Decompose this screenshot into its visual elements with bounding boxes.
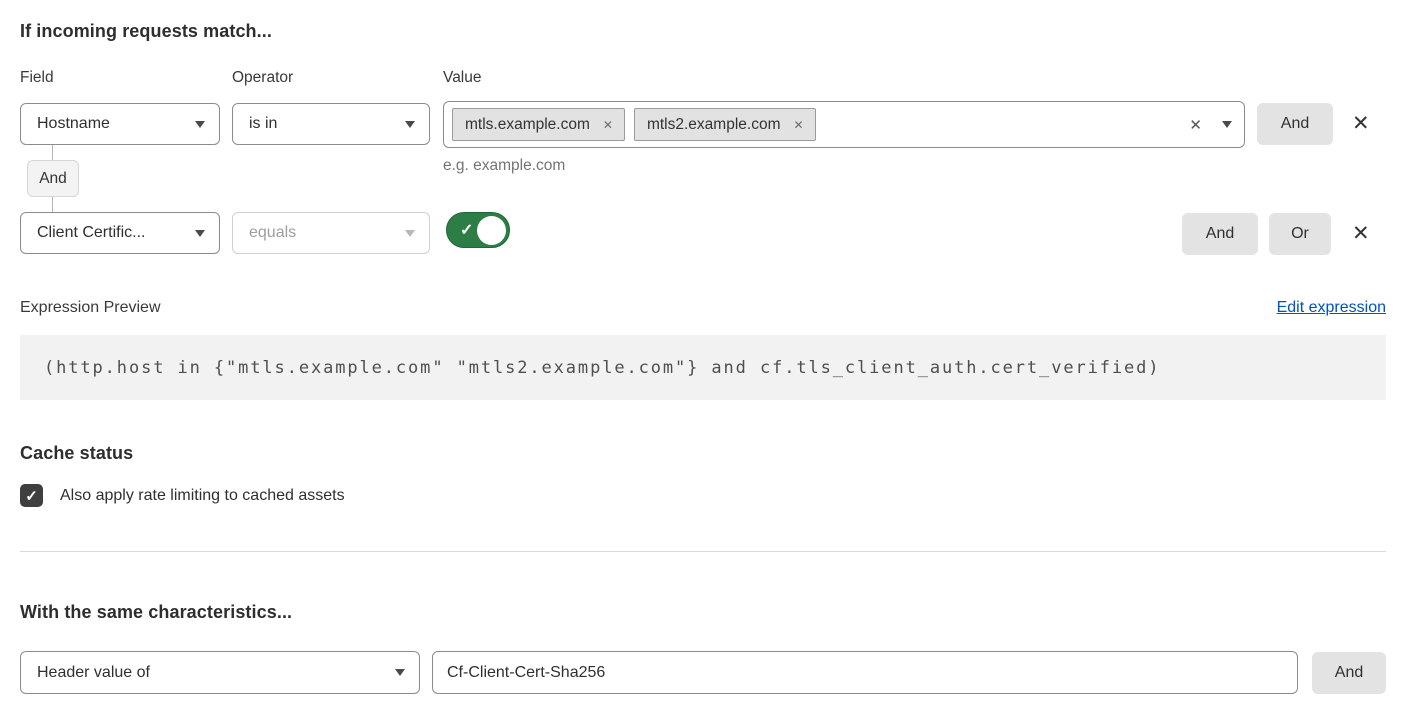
operator-column-label: Operator	[232, 69, 293, 87]
cache-status-heading: Cache status	[20, 443, 133, 464]
remove-condition-icon[interactable]: ✕	[1352, 223, 1370, 244]
or-button[interactable]: Or	[1269, 213, 1331, 255]
header-name-input[interactable]	[432, 651, 1298, 694]
value-column-label: Value	[443, 69, 482, 87]
field-select-value: Hostname	[37, 115, 110, 133]
remove-condition-icon[interactable]: ✕	[1352, 113, 1370, 134]
value-multiselect[interactable]: mtls.example.com ✕ mtls2.example.com ✕ ✕	[443, 101, 1245, 148]
expression-code: (http.host in {"mtls.example.com" "mtls2…	[44, 358, 1160, 378]
value-tag-label: mtls.example.com	[465, 116, 590, 134]
characteristic-select[interactable]: Header value of	[20, 651, 420, 694]
value-helper-text: e.g. example.com	[443, 157, 565, 175]
expression-preview-label: Expression Preview	[20, 299, 161, 317]
field-column-label: Field	[20, 69, 54, 87]
rule-builder-page: If incoming requests match... Field Oper…	[0, 0, 1420, 720]
tag-remove-icon[interactable]: ✕	[793, 118, 803, 132]
characteristic-select-value: Header value of	[37, 664, 150, 682]
value-tag-list: mtls.example.com ✕ mtls2.example.com ✕	[452, 108, 1189, 141]
operator-select-value: is in	[249, 115, 277, 133]
check-icon: ✓	[460, 220, 473, 240]
characteristics-heading: With the same characteristics...	[20, 602, 292, 623]
toggle-knob	[477, 216, 506, 245]
chevron-down-icon	[405, 230, 415, 237]
operator-select-disabled: equals	[232, 212, 430, 254]
field-select-value: Client Certific...	[37, 224, 145, 242]
connector-line	[52, 145, 53, 160]
and-button[interactable]: And	[1257, 103, 1333, 145]
chevron-down-icon	[395, 669, 405, 676]
cached-assets-label: Also apply rate limiting to cached asset…	[60, 487, 345, 505]
toggle-switch[interactable]: ✓	[446, 212, 510, 248]
section-divider	[20, 551, 1386, 552]
clear-values-icon[interactable]: ✕	[1189, 116, 1202, 134]
expression-code-block: (http.host in {"mtls.example.com" "mtls2…	[20, 335, 1386, 400]
operator-select[interactable]: is in	[232, 103, 430, 145]
value-tag: mtls2.example.com ✕	[634, 108, 816, 141]
value-tag-label: mtls2.example.com	[647, 116, 781, 134]
chevron-down-icon	[195, 121, 205, 128]
field-select[interactable]: Hostname	[20, 103, 220, 145]
and-button[interactable]: And	[1182, 213, 1258, 255]
match-heading: If incoming requests match...	[20, 21, 272, 42]
value-tag: mtls.example.com ✕	[452, 108, 625, 141]
chevron-down-icon	[195, 230, 205, 237]
connector-line	[52, 197, 53, 212]
edit-expression-link[interactable]: Edit expression	[1277, 299, 1386, 317]
and-button[interactable]: And	[1312, 652, 1386, 694]
check-icon: ✓	[25, 487, 38, 505]
and-connector-button[interactable]: And	[27, 160, 79, 197]
field-select[interactable]: Client Certific...	[20, 212, 220, 254]
chevron-down-icon	[405, 121, 415, 128]
operator-select-value: equals	[249, 224, 296, 242]
cached-assets-checkbox[interactable]: ✓	[20, 484, 43, 507]
chevron-down-icon[interactable]	[1222, 121, 1232, 128]
tag-remove-icon[interactable]: ✕	[603, 118, 613, 132]
